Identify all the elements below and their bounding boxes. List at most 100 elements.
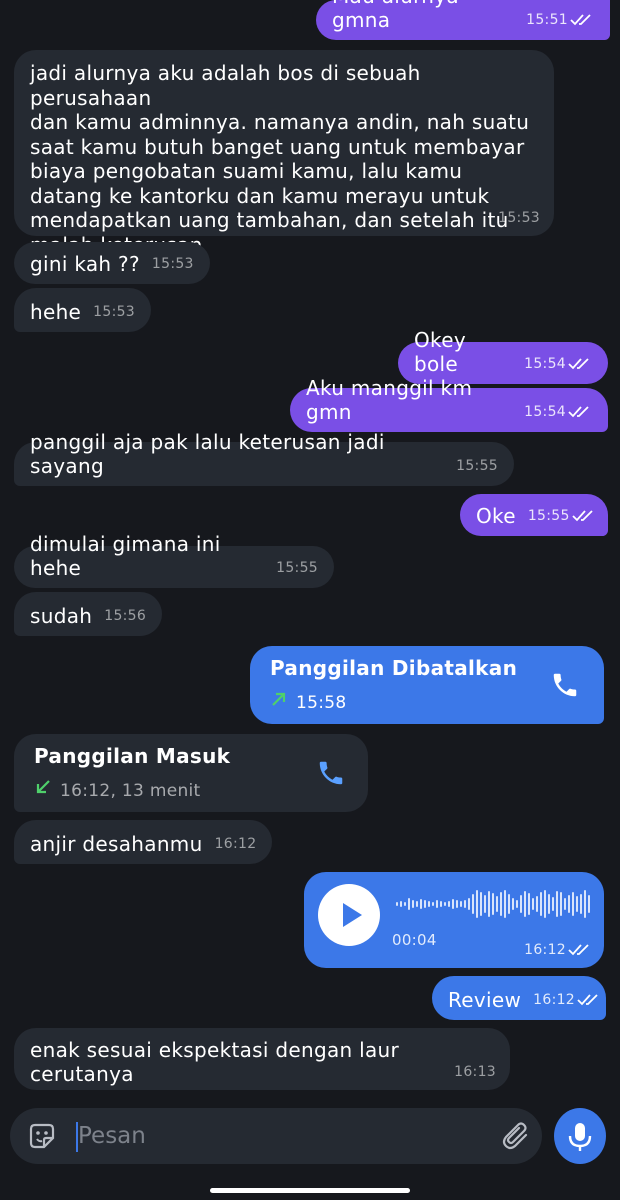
- waveform-bar: [396, 902, 398, 906]
- waveform-bar: [476, 890, 478, 918]
- voice-waveform[interactable]: [396, 890, 592, 918]
- waveform-bar: [540, 892, 542, 916]
- phone-icon[interactable]: [550, 670, 580, 700]
- call-time: 15:58: [296, 692, 347, 713]
- read-checkmarks-icon: [568, 405, 592, 419]
- waveform-bar: [584, 890, 586, 918]
- outgoing-message[interactable]: Aku manggil km gmn 15:54: [290, 376, 608, 432]
- outgoing-message[interactable]: Mau alurnya gmna 15:51: [316, 0, 610, 40]
- play-icon: [343, 903, 362, 927]
- outgoing-arrow-icon: [270, 690, 288, 715]
- message-time: 15:54: [524, 352, 592, 376]
- message-text: panggil aja pak lalu keterusan jadi saya…: [30, 430, 392, 478]
- waveform-bar: [436, 900, 438, 908]
- waveform-bar: [416, 901, 418, 907]
- chat-area: Mau alurnya gmna 15:51 jadi alurnya aku …: [0, 0, 620, 1100]
- message-text: jadi alurnya aku adalah bos di sebuah pe…: [30, 61, 530, 257]
- waveform-bar: [564, 898, 566, 910]
- message-text: anjir desahanmu: [30, 832, 203, 856]
- message-time: 16:13: [454, 1064, 496, 1080]
- waveform-bar: [560, 892, 562, 916]
- message-time: 15:55: [276, 560, 318, 576]
- message-time: 16:12: [214, 836, 257, 852]
- waveform-bar: [496, 896, 498, 912]
- voice-message[interactable]: 00:04 16:12: [304, 872, 604, 968]
- call-info: 15:58: [270, 690, 584, 715]
- incoming-message[interactable]: jadi alurnya aku adalah bos di sebuah pe…: [14, 50, 554, 257]
- waveform-bar: [472, 894, 474, 914]
- waveform-bar: [464, 900, 466, 908]
- incoming-call-bubble[interactable]: Panggilan Masuk 16:12, 13 menit: [14, 734, 368, 812]
- message-time: 16:12: [524, 938, 592, 962]
- time-text: 15:55: [527, 508, 570, 524]
- message-time: 15:53: [498, 210, 540, 226]
- message-text: Oke: [476, 504, 516, 528]
- time-text: 15:54: [524, 356, 566, 372]
- incoming-message[interactable]: enak sesuai ekspektasi dengan laur cerut…: [14, 1028, 510, 1090]
- phone-icon[interactable]: [316, 758, 346, 788]
- message-text: Okey bole: [414, 328, 473, 376]
- waveform-bar: [456, 900, 458, 908]
- incoming-message[interactable]: sudah 15:56: [14, 592, 163, 636]
- incoming-message[interactable]: anjir desahanmu 16:12: [14, 820, 273, 864]
- time-text: 16:12: [533, 992, 576, 1008]
- message-text: sudah: [30, 604, 93, 628]
- message-time: 15:53: [93, 304, 136, 320]
- waveform-bar: [520, 895, 522, 913]
- waveform-bar: [504, 890, 506, 918]
- waveform-bar: [484, 895, 486, 913]
- waveform-bar: [568, 895, 570, 913]
- message-text: Aku manggil km gmn: [306, 376, 479, 424]
- waveform-bar: [552, 897, 554, 911]
- read-checkmarks-icon: [568, 357, 592, 371]
- waveform-bar: [452, 899, 454, 909]
- message-time: 16:12: [533, 988, 601, 1012]
- incoming-message[interactable]: panggil aja pak lalu keterusan jadi saya…: [14, 430, 514, 486]
- waveform-bar: [572, 892, 574, 916]
- waveform-bar: [508, 894, 510, 914]
- waveform-bar: [444, 902, 446, 906]
- waveform-bar: [544, 890, 546, 918]
- incoming-message[interactable]: gini kah ?? 15:53: [14, 242, 210, 284]
- read-checkmarks-icon: [568, 943, 592, 957]
- waveform-bar: [492, 893, 494, 915]
- waveform-bar: [432, 902, 434, 906]
- microphone-button[interactable]: [554, 1108, 606, 1164]
- waveform-bar: [576, 896, 578, 912]
- outgoing-message[interactable]: Oke 15:55: [460, 494, 608, 536]
- paperclip-icon[interactable]: [500, 1120, 532, 1156]
- time-text: 15:54: [524, 404, 566, 420]
- incoming-message[interactable]: dimulai gimana ini hehe 15:55: [14, 532, 334, 588]
- call-time: 16:12, 13 menit: [60, 780, 201, 801]
- message-input[interactable]: Pesan: [78, 1122, 146, 1150]
- play-button[interactable]: [318, 884, 380, 946]
- waveform-bar: [428, 901, 430, 907]
- waveform-bar: [408, 898, 410, 910]
- call-title: Panggilan Masuk: [34, 744, 231, 768]
- waveform-bar: [588, 895, 590, 913]
- message-text: enak sesuai ekspektasi dengan laur cerut…: [30, 1038, 406, 1086]
- message-text: gini kah ??: [30, 252, 140, 276]
- incoming-arrow-icon: [34, 778, 52, 803]
- message-input-container[interactable]: Pesan: [10, 1108, 542, 1164]
- waveform-bar: [404, 902, 406, 906]
- waveform-bar: [536, 896, 538, 912]
- message-time: 15:54: [524, 400, 592, 424]
- message-time: 15:55: [528, 504, 596, 528]
- message-text: hehe: [30, 300, 82, 324]
- outgoing-call-bubble[interactable]: Panggilan Dibatalkan 15:58: [250, 646, 604, 724]
- message-text: Review: [448, 988, 522, 1012]
- sticker-icon[interactable]: [26, 1120, 58, 1156]
- waveform-bar: [548, 894, 550, 914]
- waveform-bar: [532, 898, 534, 910]
- waveform-bar: [488, 891, 490, 917]
- outgoing-message[interactable]: Review 16:12: [432, 976, 606, 1020]
- waveform-bar: [580, 894, 582, 914]
- waveform-bar: [500, 892, 502, 916]
- incoming-message[interactable]: hehe 15:53: [14, 288, 152, 332]
- waveform-bar: [556, 891, 558, 917]
- waveform-bar: [448, 901, 450, 907]
- voice-duration: 00:04: [392, 931, 437, 949]
- read-checkmarks-icon: [572, 509, 596, 523]
- waveform-bar: [412, 900, 414, 908]
